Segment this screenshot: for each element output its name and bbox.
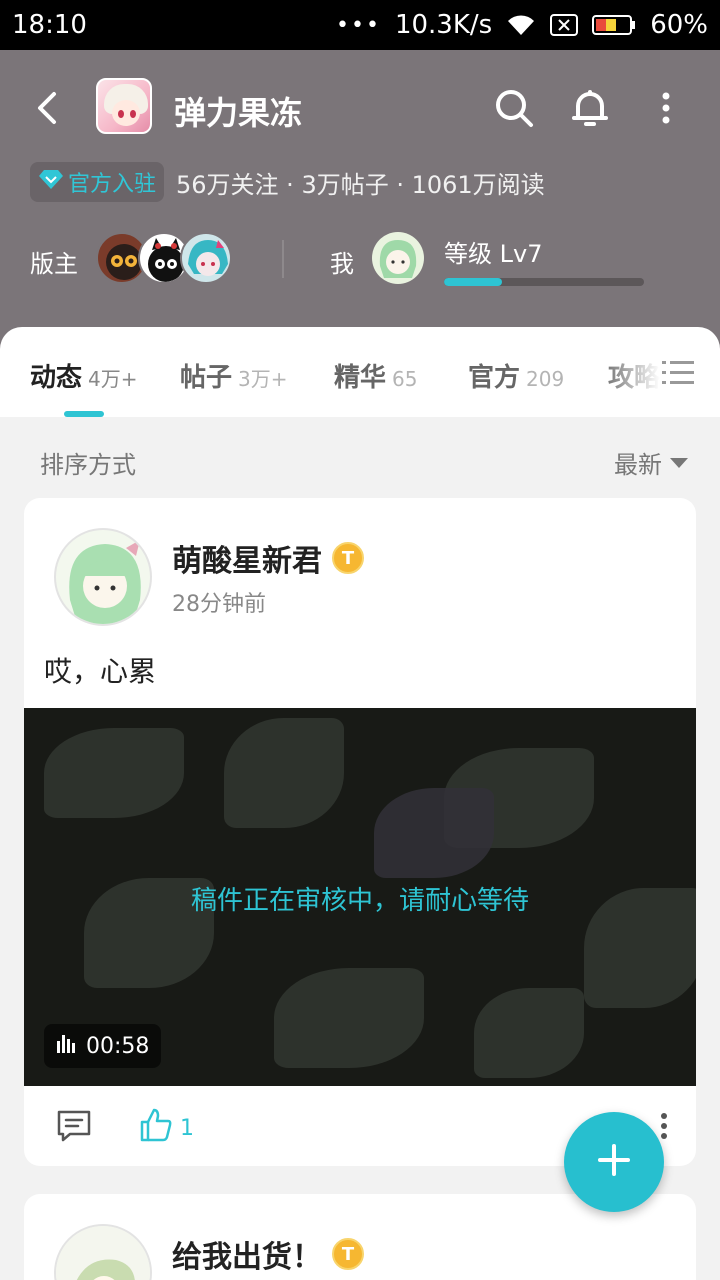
bell-icon[interactable] [568,86,612,130]
avatar[interactable] [54,1224,152,1280]
tab-bar: 动态 4万+ 帖子 3万+ 精华 65 官方 209 攻略 [0,327,720,417]
more-vert-icon[interactable] [644,86,688,130]
tab-label: 精华 [334,363,387,393]
status-time: 18:10 [12,10,87,40]
moderator-avatars[interactable] [96,232,236,284]
top-bar: 弹力果冻 [0,78,720,138]
wifi-icon [506,13,536,37]
battery-percent: 60% [650,10,708,40]
thumbs-up-icon [140,1108,172,1148]
level-progress-fill [444,278,502,286]
divider [282,240,284,278]
post-video[interactable]: 稿件正在审核中，请耐心等待 00:58 [24,708,696,1086]
battery-icon [592,14,636,36]
avatar[interactable] [54,528,152,626]
status-bar: 18:10 ••• 10.3K/s 60% [0,0,720,50]
tab-label: 官方 [468,363,521,393]
create-post-button[interactable] [564,1112,664,1212]
comment-icon[interactable] [56,1108,92,1144]
like-count: 1 [180,1115,194,1141]
plus-icon [596,1142,632,1182]
tab-count: 209 [526,367,565,391]
tab-dynamics[interactable]: 动态 4万+ [30,357,138,394]
network-speed: 10.3K/s [394,10,493,40]
my-avatar[interactable] [372,232,424,284]
level-text: 等级 Lv7 [444,240,543,268]
tab-label: 帖子 [180,363,233,393]
official-badge-label: 官方入驻 [68,172,157,197]
like-button[interactable]: 1 [140,1108,194,1148]
community-stats-row: 官方入驻 56万关注 · 3万帖子 · 1061万阅读 [30,162,545,202]
notification-dots: ••• [336,12,381,38]
diamond-icon [38,168,64,196]
tab-official[interactable]: 官方 209 [468,357,564,394]
duration-text: 00:58 [86,1033,150,1059]
community-header: 弹力果冻 官方入驻 56万关注 · 3万帖子 · 1061万阅读 版主 我 等级… [0,50,720,350]
no-sim-icon [550,14,579,36]
community-title: 弹力果冻 [174,94,303,132]
post-text: 哎，心累 [44,655,157,688]
sort-row: 排序方式 最新 [0,417,720,499]
list-icon[interactable] [660,357,696,389]
tab-featured[interactable]: 精华 65 [334,357,417,394]
video-duration: 00:58 [44,1024,162,1068]
official-badge: 官方入驻 [30,162,165,202]
tab-count: 4万+ [88,367,138,391]
post-author[interactable]: 给我出货！ T [172,1232,364,1276]
community-avatar [96,78,152,134]
tab-label: 动态 [30,363,83,393]
author-badge-icon: T [332,1238,364,1270]
sort-value: 最新 [614,451,662,479]
moderator-row: 版主 我 等级 Lv7 [0,230,720,290]
avatar[interactable] [180,232,232,284]
back-icon[interactable] [28,88,68,128]
tab-count: 3万+ [238,367,288,391]
community-stats: 56万关注 · 3万帖子 · 1061万阅读 [176,170,545,199]
post-time: 28分钟前 [172,592,266,617]
post-author[interactable]: 萌酸星新君 T [172,536,364,580]
caret-down-icon [670,457,688,468]
author-name: 萌酸星新君 [172,544,322,579]
sort-label: 排序方式 [40,451,136,479]
tab-fade [600,347,660,403]
tab-posts[interactable]: 帖子 3万+ [180,357,288,394]
author-name: 给我出货！ [172,1240,322,1275]
post-card[interactable]: 萌酸星新君 T 28分钟前 哎，心累 稿件正在审核中，请耐心等待 00:58 1 [24,498,696,1166]
search-icon[interactable] [492,86,536,130]
level-progress-bar [444,278,644,286]
me-label: 我 [330,250,354,278]
tab-count: 65 [392,367,418,391]
author-badge-icon: T [332,542,364,574]
sort-dropdown[interactable]: 最新 [614,445,688,480]
audio-bars-icon [56,1033,78,1059]
review-message: 稿件正在审核中，请耐心等待 [190,886,529,916]
moderator-label: 版主 [30,250,78,278]
